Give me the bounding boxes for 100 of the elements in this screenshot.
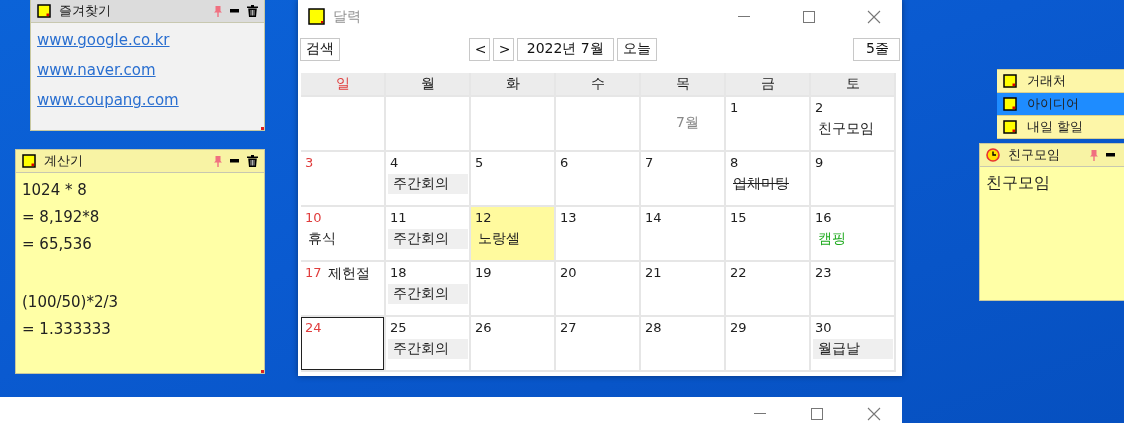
note-list-item[interactable]: 아이디어 xyxy=(997,93,1124,116)
weekday-header: 금 xyxy=(726,73,809,95)
day-cell[interactable]: 20 xyxy=(556,262,639,315)
day-cell[interactable]: 1 xyxy=(726,97,809,150)
day-number: 3 xyxy=(305,155,314,170)
note-list-item[interactable]: 거래처 xyxy=(997,70,1124,93)
day-cell[interactable]: 9 xyxy=(811,152,894,205)
trash-icon[interactable] xyxy=(247,155,258,167)
note-icon xyxy=(1003,120,1017,134)
maximize-icon[interactable] xyxy=(810,407,823,420)
day-number: 5 xyxy=(475,155,484,170)
day-cell[interactable]: 16 캠핑 xyxy=(811,207,894,260)
event-label[interactable]: 주간회의 xyxy=(388,339,468,359)
note-list-item[interactable]: 내일 할일 xyxy=(997,116,1124,139)
weekday-header: 일 xyxy=(301,73,384,95)
day-cell[interactable]: 6 xyxy=(556,152,639,205)
day-cell[interactable]: 25 주간회의 xyxy=(386,317,469,370)
day-cell[interactable]: 10 휴식 xyxy=(301,207,384,260)
note-icon xyxy=(308,8,325,25)
day-cell[interactable]: 24 xyxy=(301,317,384,370)
day-cell[interactable]: 3 xyxy=(301,152,384,205)
resize-handle[interactable] xyxy=(261,127,264,130)
day-cell[interactable] xyxy=(301,97,384,150)
day-cell[interactable] xyxy=(471,97,554,150)
day-number: 4 xyxy=(390,155,399,170)
event-label[interactable]: 친구모임 xyxy=(818,120,874,138)
month-label: 7월 xyxy=(676,114,700,132)
note-icon xyxy=(1003,74,1017,88)
day-cell[interactable]: 7월 xyxy=(641,97,724,150)
event-label[interactable]: 주간회의 xyxy=(388,229,468,249)
minimize-icon[interactable] xyxy=(1106,153,1115,157)
day-cell[interactable]: 30 월급날 xyxy=(811,317,894,370)
day-cell[interactable]: 19 xyxy=(471,262,554,315)
day-cell[interactable]: 13 xyxy=(556,207,639,260)
day-cell[interactable]: 4 주간회의 xyxy=(386,152,469,205)
day-cell[interactable]: 21 xyxy=(641,262,724,315)
day-cell[interactable]: 28 xyxy=(641,317,724,370)
event-label[interactable]: 업체미팅 xyxy=(733,175,789,193)
close-icon[interactable] xyxy=(866,9,881,24)
day-cell[interactable]: 26 xyxy=(471,317,554,370)
link[interactable]: www.naver.com xyxy=(37,61,258,79)
day-number: 22 xyxy=(730,265,747,280)
day-cell[interactable]: 15 xyxy=(726,207,809,260)
today-button[interactable]: 오늘 xyxy=(616,37,657,61)
minimize-icon[interactable] xyxy=(753,412,766,415)
day-cell[interactable]: 5 xyxy=(471,152,554,205)
weekday-header: 수 xyxy=(556,73,639,95)
day-cell[interactable]: 27 xyxy=(556,317,639,370)
minimize-icon[interactable] xyxy=(230,159,239,163)
day-number: 30 xyxy=(815,320,832,335)
day-number: 18 xyxy=(390,265,407,280)
day-cell[interactable]: 12 노랑셀 xyxy=(471,207,554,260)
note-text-line: = 1.333333 xyxy=(22,320,112,338)
weekday-header: 토 xyxy=(811,73,894,95)
day-cell[interactable]: 7 xyxy=(641,152,724,205)
search-button[interactable]: 검색 xyxy=(300,37,340,61)
day-cell[interactable]: 2 친구모임 xyxy=(811,97,894,150)
day-cell[interactable]: 23 xyxy=(811,262,894,315)
event-label[interactable]: 노랑셀 xyxy=(478,230,520,248)
day-cell[interactable] xyxy=(386,97,469,150)
note-text-line: (100/50)*2/3 xyxy=(22,293,120,311)
next-month-button[interactable]: > xyxy=(492,37,514,61)
day-number: 15 xyxy=(730,210,747,225)
day-cell[interactable]: 29 xyxy=(726,317,809,370)
day-cell[interactable]: 22 xyxy=(726,262,809,315)
day-cell[interactable]: 8 업체미팅 xyxy=(726,152,809,205)
day-cell[interactable]: 14 xyxy=(641,207,724,260)
link[interactable]: www.coupang.com xyxy=(37,91,258,109)
previous-month-button[interactable]: < xyxy=(468,37,490,61)
link[interactable]: www.google.co.kr xyxy=(37,31,258,49)
event-label[interactable]: 주간회의 xyxy=(388,174,468,194)
day-cell[interactable]: 11 주간회의 xyxy=(386,207,469,260)
event-label[interactable]: 휴식 xyxy=(308,230,336,248)
event-label[interactable]: 주간회의 xyxy=(388,284,468,304)
day-number: 2 xyxy=(815,100,824,115)
note-icon xyxy=(22,154,36,168)
note-text-line: = 8,192*8 xyxy=(22,208,101,226)
day-number: 23 xyxy=(815,265,832,280)
close-icon[interactable] xyxy=(866,406,881,421)
day-number: 25 xyxy=(390,320,407,335)
day-number: 13 xyxy=(560,210,577,225)
day-number: 20 xyxy=(560,265,577,280)
month-button[interactable]: 2022년 7월 xyxy=(516,37,614,61)
pin-icon[interactable] xyxy=(1090,149,1098,161)
pin-icon[interactable] xyxy=(214,155,222,167)
rows-button[interactable]: 5줄 xyxy=(853,37,900,61)
trash-icon[interactable] xyxy=(247,5,258,17)
day-cell[interactable]: 18 주간회의 xyxy=(386,262,469,315)
resize-handle[interactable] xyxy=(261,370,264,373)
maximize-icon[interactable] xyxy=(802,10,815,23)
day-cell[interactable]: 17 제헌절 xyxy=(301,262,384,315)
note-icon xyxy=(37,4,51,18)
day-number: 11 xyxy=(390,210,407,225)
minimize-icon[interactable] xyxy=(737,15,750,18)
event-label[interactable]: 월급날 xyxy=(813,339,893,359)
event-label[interactable]: 제헌절 xyxy=(327,265,370,283)
day-cell[interactable] xyxy=(556,97,639,150)
day-number: 27 xyxy=(560,320,577,335)
minimize-icon[interactable] xyxy=(230,9,239,13)
day-number: 16 xyxy=(815,210,832,225)
